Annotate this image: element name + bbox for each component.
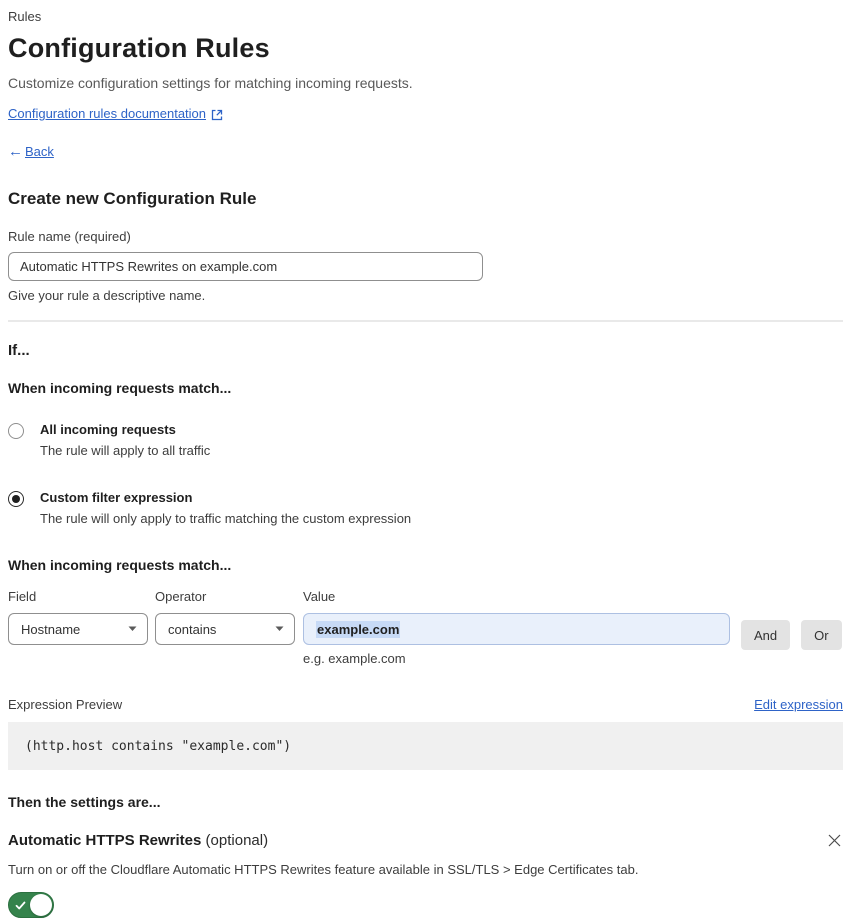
expression-builder-row: Field Hostname Operator contains Value e…: [8, 589, 843, 666]
operator-select[interactable]: contains: [155, 613, 295, 645]
field-select-value: Hostname: [21, 621, 81, 637]
or-button[interactable]: Or: [801, 620, 842, 650]
expression-preview-label: Expression Preview: [8, 697, 123, 712]
chevron-down-icon: [275, 626, 284, 631]
if-heading: If...: [8, 342, 30, 359]
setting-title: Automatic HTTPS Rewrites (optional): [8, 832, 268, 849]
value-input[interactable]: example.com: [303, 613, 730, 645]
page-title: Configuration Rules: [8, 33, 270, 63]
rule-name-label: Rule name (required): [8, 229, 131, 244]
radio-option-all-requests[interactable]: All incoming requests The rule will appl…: [8, 422, 843, 459]
automatic-https-rewrites-toggle[interactable]: [8, 892, 54, 918]
remove-setting-button[interactable]: [826, 832, 843, 850]
create-rule-heading: Create new Configuration Rule: [8, 189, 257, 208]
radio-custom-filter-label: Custom filter expression: [40, 490, 193, 505]
and-button[interactable]: And: [741, 620, 791, 650]
section-divider: [8, 320, 843, 322]
radio-custom-filter-description: The rule will only apply to traffic matc…: [40, 511, 412, 526]
breadcrumb: Rules: [8, 9, 42, 24]
edit-expression-link[interactable]: Edit expression: [754, 697, 843, 712]
back-link[interactable]: Back: [25, 144, 54, 159]
page-description: Customize configuration settings for mat…: [8, 75, 413, 91]
close-icon: [828, 834, 841, 847]
toggle-knob: [30, 894, 52, 916]
radio-all-requests-description: The rule will apply to all traffic: [40, 443, 211, 458]
setting-title-name: Automatic HTTPS Rewrites: [8, 832, 202, 849]
expression-builder-heading: When incoming requests match...: [8, 557, 232, 573]
match-type-heading: When incoming requests match...: [8, 380, 232, 396]
configuration-rules-page: Rules Configuration Rules Customize conf…: [0, 0, 852, 921]
rule-name-input[interactable]: [8, 252, 483, 281]
operator-select-value: contains: [168, 621, 217, 637]
back-arrow-icon: ←: [8, 143, 23, 160]
value-label: Value: [303, 589, 336, 604]
value-input-text: example.com: [316, 620, 401, 638]
field-label: Field: [8, 589, 37, 604]
rule-name-helper: Give your rule a descriptive name.: [8, 288, 206, 303]
external-link-icon: [211, 109, 223, 120]
setting-optional-tag: (optional): [201, 832, 269, 849]
radio-all-requests[interactable]: [8, 423, 24, 439]
radio-option-custom-filter[interactable]: Custom filter expression The rule will o…: [8, 490, 843, 527]
expression-code: (http.host contains "example.com"): [25, 738, 292, 754]
then-heading: Then the settings are...: [8, 794, 161, 810]
operator-label: Operator: [155, 589, 207, 604]
value-helper: e.g. example.com: [303, 651, 406, 666]
documentation-link[interactable]: Configuration rules documentation: [8, 106, 206, 121]
radio-all-requests-label: All incoming requests: [40, 422, 176, 437]
radio-custom-filter[interactable]: [8, 491, 24, 507]
expression-preview-box: (http.host contains "example.com"): [8, 722, 843, 770]
field-select[interactable]: Hostname: [8, 613, 148, 645]
chevron-down-icon: [128, 626, 137, 631]
setting-description: Turn on or off the Cloudflare Automatic …: [8, 862, 639, 877]
